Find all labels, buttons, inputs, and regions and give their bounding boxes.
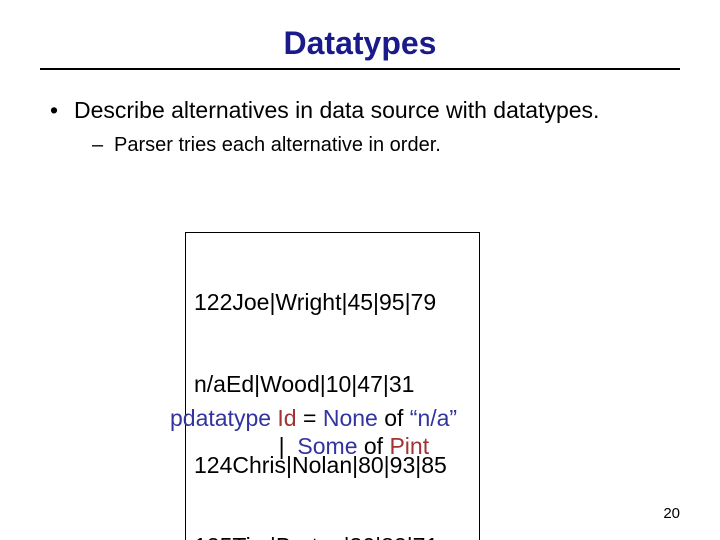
code-line: 125Tim|Burton|30|82|71 — [194, 533, 471, 540]
bullet-sub: Parser tries each alternative in order. — [40, 133, 680, 158]
code-line: 122Joe|Wright|45|95|79 — [194, 289, 471, 316]
string-na: “n/a” — [410, 405, 457, 431]
page-number: 20 — [663, 505, 680, 522]
keyword-of: of — [384, 405, 403, 431]
bullet-main: Describe alternatives in data source wit… — [40, 96, 680, 125]
keyword-of: of — [364, 433, 383, 459]
slide: Datatypes Describe alternatives in data … — [0, 0, 720, 540]
type-id: Id — [277, 405, 296, 431]
code-line: n/aEd|Wood|10|47|31 — [194, 371, 471, 398]
equals: = — [303, 405, 316, 431]
constructor-none: None — [323, 405, 378, 431]
title-underline — [40, 68, 680, 70]
type-declaration: pdatatype Id = None of “n/a” | Some of P… — [170, 404, 457, 460]
pipe: | — [279, 433, 285, 459]
constructor-some: Some — [297, 433, 357, 459]
type-pint: Pint — [389, 433, 429, 459]
keyword-pdatatype: pdatatype — [170, 405, 271, 431]
slide-title: Datatypes — [40, 20, 680, 62]
data-sample-box: 122Joe|Wright|45|95|79 n/aEd|Wood|10|47|… — [185, 232, 480, 540]
